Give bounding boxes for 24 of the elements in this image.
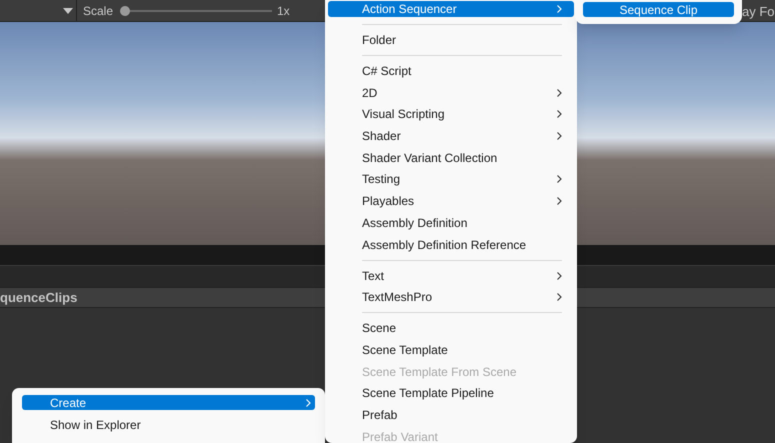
menu-item[interactable]: Sequence Clip — [583, 2, 734, 17]
menu-item[interactable]: Folder — [328, 32, 574, 48]
menu-item[interactable]: Show in Explorer — [22, 417, 315, 432]
menu-item[interactable]: Text — [328, 268, 574, 284]
menu-item[interactable]: Action Sequencer — [328, 1, 574, 17]
menu-item[interactable]: Scene Template — [328, 342, 574, 358]
menu-item[interactable]: Shader — [328, 128, 574, 144]
menu-item[interactable]: Create — [22, 395, 315, 410]
toolbar-label: ay Fo — [742, 5, 775, 19]
menu-item[interactable]: Prefab — [328, 406, 574, 423]
menu-item[interactable]: Assembly Definition Reference — [328, 236, 574, 252]
menu-item[interactable]: TextMeshPro — [328, 289, 574, 306]
menu-item[interactable]: Scene — [328, 320, 574, 336]
menu-item[interactable]: Shader Variant Collection — [328, 150, 574, 166]
menu-item[interactable]: Visual Scripting — [328, 106, 574, 122]
menu-item[interactable]: Scene Template Pipeline — [328, 385, 574, 402]
breadcrumb-label[interactable]: quenceClips — [0, 290, 78, 304]
menu-item[interactable]: 2D — [328, 84, 574, 101]
scale-value: 1x — [277, 4, 290, 18]
menu-item[interactable]: Assembly Definition — [328, 214, 574, 231]
scale-label: Scale — [83, 4, 114, 18]
menu-item[interactable]: Testing — [328, 171, 574, 188]
menu-item[interactable]: C# Script — [328, 63, 574, 79]
menu-item[interactable]: Playables — [328, 193, 574, 210]
